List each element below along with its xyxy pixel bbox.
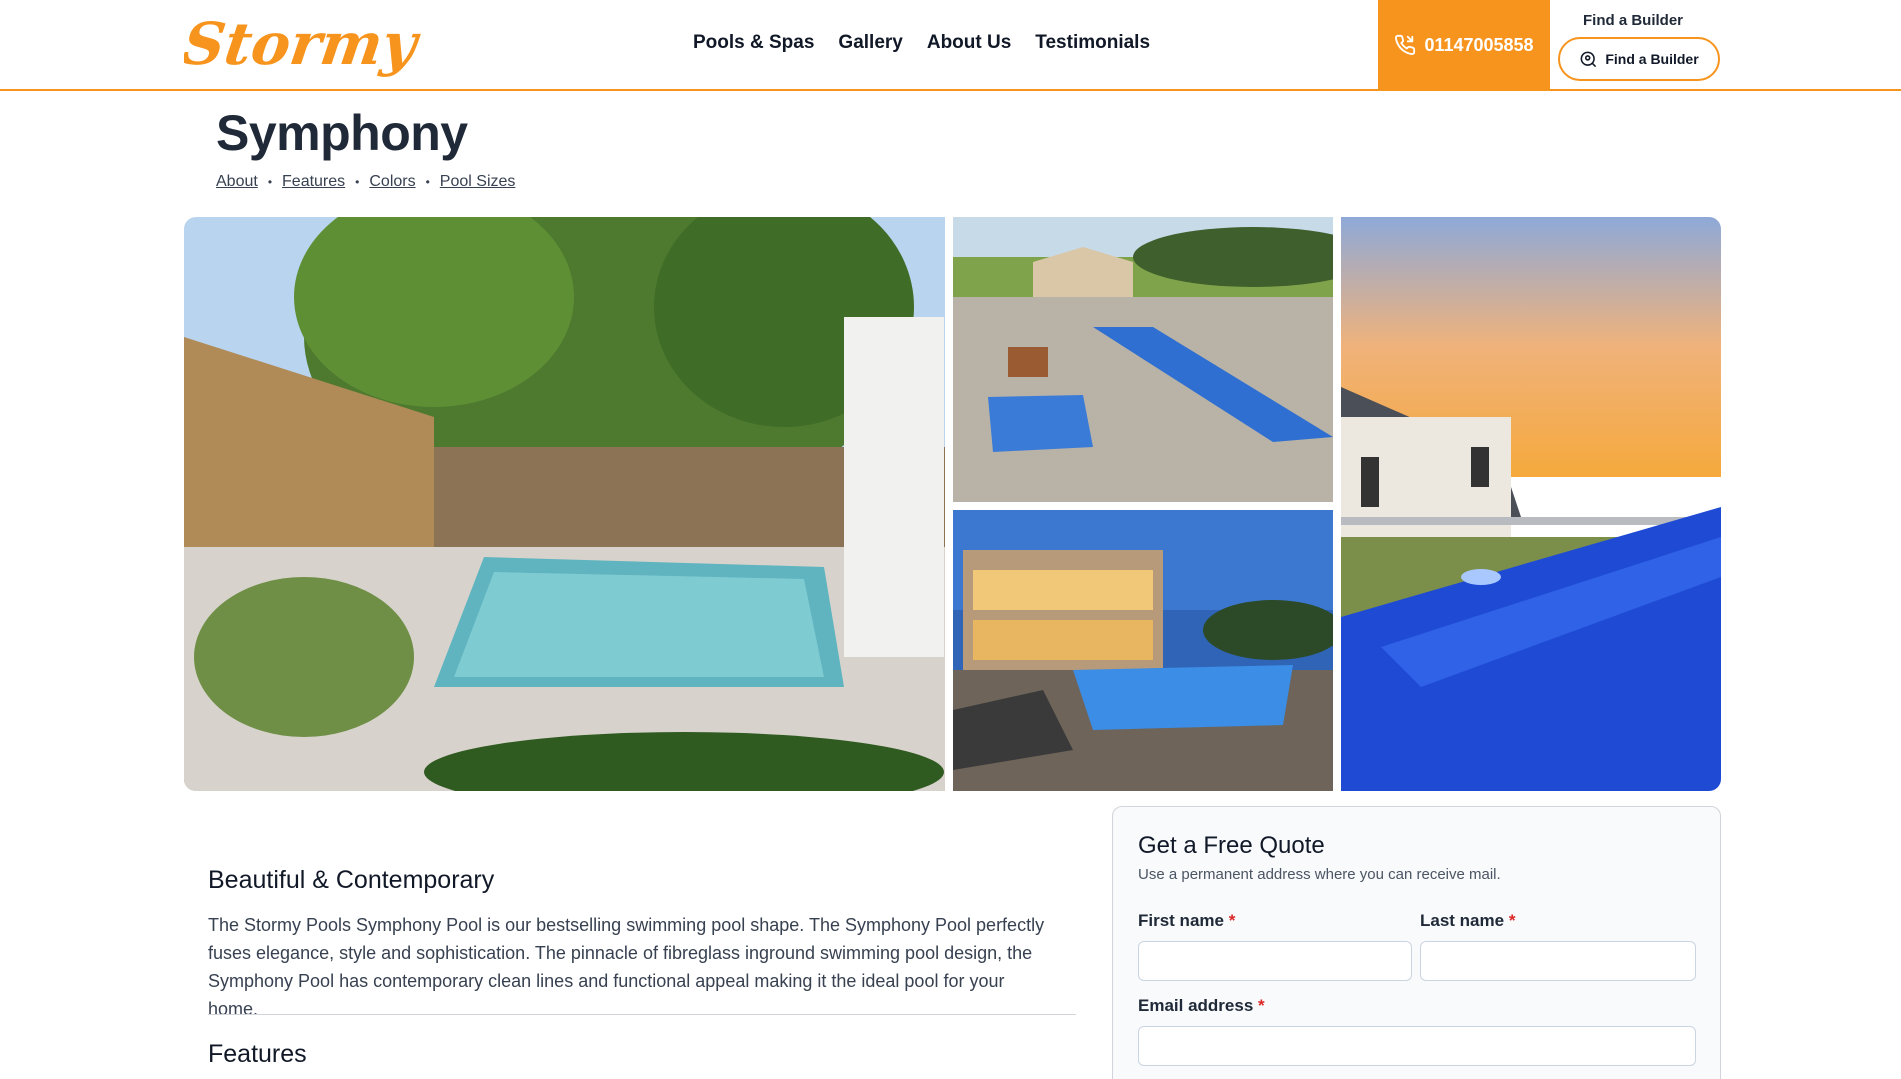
separator-dot: • — [267, 175, 273, 189]
section-heading-features: Features — [208, 1040, 307, 1068]
find-builder-button[interactable]: Find a Builder — [1558, 37, 1720, 81]
last-name-field[interactable] — [1420, 941, 1696, 981]
gallery-photo-garden-pool[interactable] — [184, 217, 945, 791]
subnav-about[interactable]: About — [216, 173, 258, 191]
find-builder-button-label: Find a Builder — [1605, 51, 1699, 67]
email-field[interactable] — [1138, 1026, 1696, 1066]
section-heading-beautiful: Beautiful & Contemporary — [208, 866, 495, 894]
gallery-photo-lap-pool[interactable] — [953, 217, 1333, 502]
main-nav: Pools & Spas Gallery About Us Testimonia… — [693, 32, 1174, 54]
nav-pools-spas[interactable]: Pools & Spas — [693, 32, 814, 54]
stormy-logo[interactable]: Stormy — [184, 10, 436, 78]
section-subnav: About • Features • Colors • Pool Sizes — [216, 173, 515, 191]
email-label: Email address * — [1138, 996, 1265, 1015]
svg-text:Stormy: Stormy — [184, 10, 425, 78]
nav-about-us[interactable]: About Us — [927, 32, 1011, 54]
nav-testimonials[interactable]: Testimonials — [1035, 32, 1150, 54]
quote-form-title: Get a Free Quote — [1138, 832, 1325, 859]
required-asterisk: * — [1508, 911, 1516, 930]
subnav-features[interactable]: Features — [282, 173, 345, 191]
first-name-label: First name * — [1138, 911, 1236, 930]
phone-button[interactable]: 01147005858 — [1378, 0, 1550, 90]
intro-paragraph: The Stormy Pools Symphony Pool is our be… — [208, 915, 1045, 1019]
phone-icon — [1395, 34, 1416, 55]
required-asterisk: * — [1258, 996, 1265, 1015]
phone-number: 01147005858 — [1424, 34, 1534, 55]
last-name-label: Last name * — [1420, 911, 1516, 930]
site-header: Stormy Pools & Spas Gallery About Us Tes… — [0, 0, 1901, 91]
quote-form-card: Get a Free Quote Use a permanent address… — [1112, 806, 1721, 1079]
separator-dot: • — [355, 175, 360, 189]
required-asterisk: * — [1228, 911, 1236, 930]
separator-dot: • — [425, 175, 430, 189]
nav-gallery[interactable]: Gallery — [838, 32, 902, 54]
page-title: Symphony — [216, 105, 468, 161]
subnav-pool-sizes[interactable]: Pool Sizes — [440, 173, 516, 191]
section-divider — [208, 1014, 1076, 1015]
search-location-icon — [1580, 51, 1597, 67]
gallery-photo-sunset-pool[interactable] — [1341, 217, 1721, 791]
photo-gallery — [184, 217, 1721, 791]
find-builder-label: Find a Builder — [1583, 12, 1684, 29]
quote-form-subtitle: Use a permanent address where you can re… — [1138, 866, 1501, 883]
first-name-field[interactable] — [1138, 941, 1412, 981]
gallery-photo-evening-pool[interactable] — [953, 510, 1333, 791]
subnav-colors[interactable]: Colors — [369, 173, 415, 191]
